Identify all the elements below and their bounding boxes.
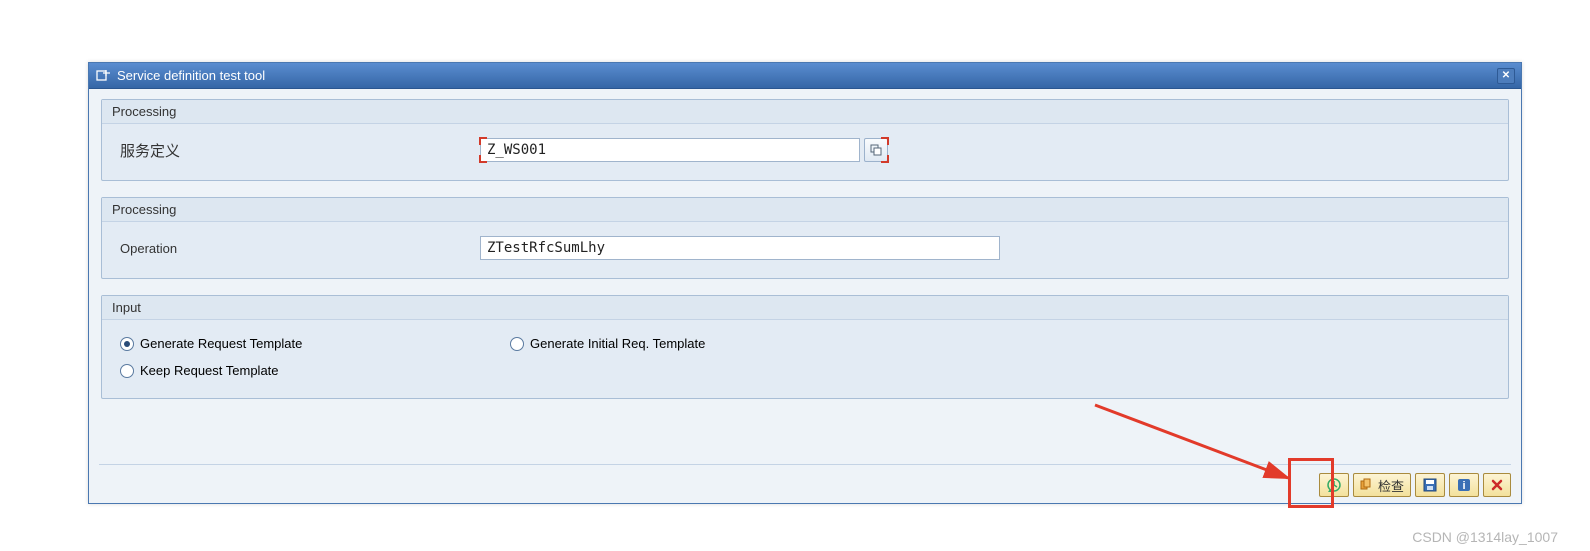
radio-generate-request-template[interactable]: Generate Request Template (120, 336, 510, 351)
radio-icon (510, 337, 524, 351)
radio-generate-initial-req-template[interactable]: Generate Initial Req. Template (510, 336, 900, 351)
operation-input[interactable] (480, 236, 1000, 260)
required-marker (881, 137, 889, 145)
content-area: Processing 服务定义 (89, 89, 1521, 421)
required-marker (479, 155, 487, 163)
window-icon (95, 68, 111, 84)
radio-label: Generate Request Template (140, 336, 302, 351)
footer-toolbar: 检查 i (99, 464, 1511, 497)
group-processing-1: Processing 服务定义 (101, 99, 1509, 181)
radio-label: Generate Initial Req. Template (530, 336, 705, 351)
group-input: Input Generate Request Template Generate… (101, 295, 1509, 399)
save-button[interactable] (1415, 473, 1445, 497)
required-marker (479, 137, 487, 145)
radio-icon (120, 337, 134, 351)
group-header: Processing (102, 198, 1508, 222)
operation-label: Operation (120, 241, 480, 256)
service-definition-label: 服务定义 (120, 140, 480, 161)
watermark: CSDN @1314lay_1007 (1412, 529, 1558, 545)
execute-button[interactable] (1319, 473, 1349, 497)
cancel-button[interactable] (1483, 473, 1511, 497)
svg-text:i: i (1462, 480, 1465, 492)
service-definition-field-wrap (480, 138, 888, 162)
dialog-window: Service definition test tool ✕ Processin… (88, 62, 1522, 504)
check-button-label: 检查 (1378, 476, 1404, 495)
check-button[interactable]: 检查 (1353, 473, 1411, 497)
radio-keep-request-template[interactable]: Keep Request Template (120, 363, 510, 378)
group-header: Processing (102, 100, 1508, 124)
radio-icon (120, 364, 134, 378)
group-header: Input (102, 296, 1508, 320)
titlebar: Service definition test tool ✕ (89, 63, 1521, 89)
window-title: Service definition test tool (117, 68, 1497, 83)
close-button[interactable]: ✕ (1497, 68, 1515, 84)
service-definition-input[interactable] (480, 138, 860, 162)
required-marker (881, 155, 889, 163)
radio-label: Keep Request Template (140, 363, 279, 378)
group-processing-2: Processing Operation (101, 197, 1509, 279)
info-button[interactable]: i (1449, 473, 1479, 497)
